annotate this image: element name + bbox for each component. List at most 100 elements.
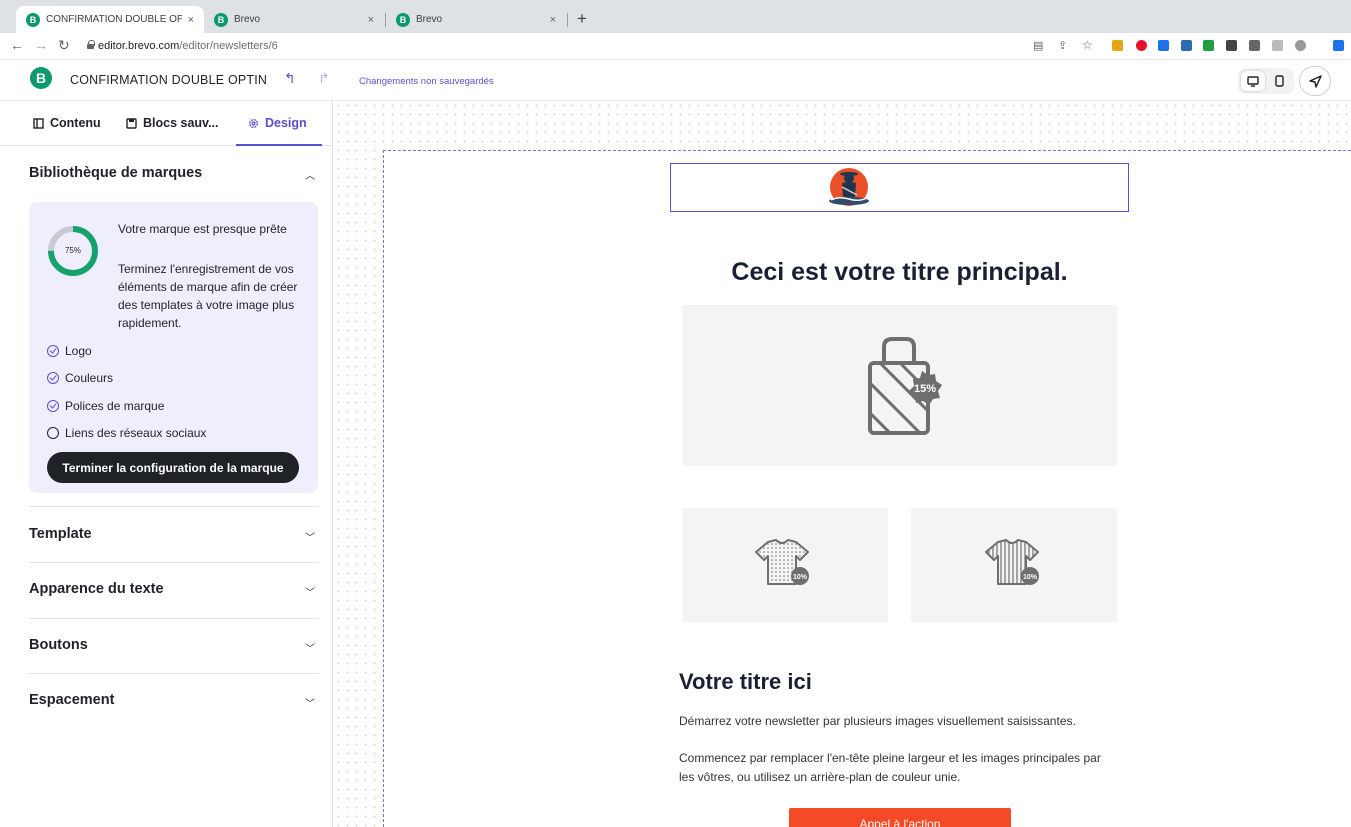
chevron-down-icon[interactable]: ﹀ bbox=[305, 640, 315, 655]
chevron-up-icon[interactable]: ︿ bbox=[305, 167, 315, 182]
extension-icon[interactable] bbox=[1333, 40, 1344, 51]
shopping-bag-icon: 15% bbox=[868, 337, 942, 435]
email-subtitle[interactable]: Votre titre ici bbox=[679, 669, 812, 695]
lock-icon[interactable] bbox=[87, 40, 95, 49]
url-host: editor.brevo.com bbox=[98, 40, 180, 52]
brevo-logo[interactable]: B bbox=[30, 67, 52, 89]
close-tab-icon[interactable]: × bbox=[188, 14, 194, 26]
divider bbox=[29, 506, 319, 507]
checklist-item-polices: Polices de marque bbox=[47, 399, 164, 413]
extension-icon[interactable] bbox=[1295, 40, 1306, 51]
gear-icon bbox=[249, 118, 258, 128]
desktop-view-button[interactable] bbox=[1241, 71, 1265, 91]
forward-icon[interactable]: → bbox=[34, 37, 48, 53]
divider bbox=[29, 618, 319, 619]
section-text-appearance-header[interactable]: Apparence du texte bbox=[29, 581, 164, 597]
extension-icon[interactable] bbox=[1181, 40, 1192, 51]
browser-tab[interactable]: B Brevo × bbox=[204, 6, 384, 33]
hero-discount-badge: 15% bbox=[914, 383, 936, 395]
extension-icon[interactable] bbox=[1112, 40, 1123, 51]
back-icon[interactable]: ← bbox=[10, 37, 24, 53]
section-spacing-header[interactable]: Espacement bbox=[29, 692, 114, 708]
tshirt-striped-icon: 10% bbox=[985, 539, 1039, 585]
extension-icon[interactable] bbox=[1158, 40, 1169, 51]
tab-blocs-sauvegardes[interactable]: Blocs sauv... bbox=[126, 116, 219, 130]
chevron-down-icon[interactable]: ﹀ bbox=[305, 584, 315, 599]
send-test-button[interactable] bbox=[1299, 66, 1331, 96]
share-icon[interactable]: ⇪ bbox=[1058, 39, 1067, 52]
close-tab-icon[interactable]: × bbox=[368, 14, 374, 26]
save-status: Changements non sauvegardés bbox=[359, 76, 494, 87]
reload-icon[interactable]: ↻ bbox=[58, 37, 70, 54]
browser-tabstrip: B CONFIRMATION DOUBLE OPTIN × B Brevo × … bbox=[0, 0, 1351, 33]
logo-block-selected[interactable] bbox=[670, 163, 1129, 212]
tile-discount-badge: 10% bbox=[793, 574, 808, 581]
brevo-favicon: B bbox=[26, 12, 40, 27]
tab-label: Design bbox=[265, 116, 307, 130]
empty-circle-icon bbox=[47, 427, 59, 439]
checklist-label: Polices de marque bbox=[65, 399, 165, 413]
tshirt-dotted-icon: 10% bbox=[755, 539, 809, 585]
divider bbox=[29, 562, 319, 563]
desktop-icon bbox=[1247, 75, 1259, 87]
tab-label: Blocs sauv... bbox=[143, 116, 219, 130]
qr-extension-icon[interactable] bbox=[1249, 40, 1260, 51]
email-main-title[interactable]: Ceci est votre titre principal. bbox=[682, 258, 1117, 287]
section-buttons-header[interactable]: Boutons bbox=[29, 637, 88, 653]
browser-tab[interactable]: B Brevo × bbox=[386, 6, 566, 33]
browser-tab-active[interactable]: B CONFIRMATION DOUBLE OPTIN × bbox=[16, 6, 204, 33]
new-tab-button[interactable]: + bbox=[577, 9, 587, 29]
brand-card-title: Votre marque est presque prête bbox=[118, 222, 287, 236]
design-sidepanel: Contenu Blocs sauv... Design Bibliothèqu… bbox=[0, 101, 333, 827]
email-paragraph[interactable]: Commencez par remplacer l'en-tête pleine… bbox=[679, 749, 1119, 787]
campaign-name[interactable]: CONFIRMATION DOUBLE OPTIN bbox=[70, 73, 267, 87]
opera-extension-icon[interactable] bbox=[1136, 40, 1147, 51]
active-tab-indicator bbox=[236, 144, 322, 146]
brevo-favicon: B bbox=[396, 12, 410, 27]
preview-device-toggle bbox=[1238, 68, 1294, 94]
section-template-header[interactable]: Template bbox=[29, 526, 92, 542]
brand-card-description: Terminez l'enregistrement de vos élément… bbox=[118, 262, 298, 330]
download-extension-icon[interactable] bbox=[1203, 40, 1214, 51]
url-field[interactable]: editor.brevo.com/editor/newsletters/6 bbox=[98, 40, 278, 52]
email-paragraph[interactable]: Démarrez votre newsletter par plusieurs … bbox=[679, 712, 1119, 731]
cta-button[interactable]: Appel à l'action bbox=[789, 808, 1011, 827]
tab-title: CONFIRMATION DOUBLE OPTIN bbox=[46, 14, 182, 25]
checklist-label: Liens des réseaux sociaux bbox=[65, 426, 207, 440]
section-brand-library-header[interactable]: Bibliothèque de marques bbox=[29, 165, 202, 181]
tab-contenu[interactable]: Contenu bbox=[33, 116, 101, 130]
checklist-item-couleurs: Couleurs bbox=[47, 371, 113, 385]
tab-label: Contenu bbox=[50, 116, 101, 130]
chevron-down-icon[interactable]: ﹀ bbox=[305, 529, 315, 544]
bookmark-star-icon[interactable]: ☆ bbox=[1082, 38, 1093, 52]
translate-icon[interactable]: ▤ bbox=[1033, 39, 1043, 52]
send-icon bbox=[1308, 74, 1322, 88]
redo-icon[interactable]: ↱ bbox=[318, 70, 330, 87]
mobile-view-button[interactable] bbox=[1267, 71, 1291, 91]
layout-icon bbox=[33, 117, 44, 129]
close-tab-icon[interactable]: × bbox=[550, 14, 556, 26]
tile-discount-badge: 10% bbox=[1023, 574, 1038, 581]
checklist-label: Logo bbox=[65, 344, 92, 358]
tab-separator bbox=[567, 13, 568, 27]
tab-design[interactable]: Design bbox=[248, 116, 307, 130]
brevo-favicon: B bbox=[214, 12, 228, 27]
qr-extension-icon[interactable] bbox=[1226, 40, 1237, 51]
address-bar-row: ← → ↻ editor.brevo.com/editor/newsletter… bbox=[0, 33, 1351, 60]
finish-brand-setup-button[interactable]: Terminer la configuration de la marque bbox=[47, 452, 299, 483]
chevron-down-icon[interactable]: ﹀ bbox=[305, 695, 315, 710]
extension-icon[interactable] bbox=[1272, 40, 1283, 51]
panel-tabs: Contenu Blocs sauv... Design bbox=[0, 101, 332, 146]
check-circle-icon bbox=[47, 345, 59, 357]
url-path: /editor/newsletters/6 bbox=[179, 40, 278, 52]
undo-icon[interactable]: ↰ bbox=[284, 70, 296, 87]
mobile-icon bbox=[1274, 75, 1284, 87]
tab-title: Brevo bbox=[234, 14, 261, 25]
checklist-item-logo: Logo bbox=[47, 344, 92, 358]
checklist-item-reseaux-sociaux: Liens des réseaux sociaux bbox=[47, 426, 206, 440]
tab-title: Brevo bbox=[416, 14, 443, 25]
brand-setup-card: 75% Votre marque est presque prête Termi… bbox=[29, 202, 318, 493]
brand-logo-image[interactable] bbox=[827, 167, 871, 207]
progress-label: 75% bbox=[64, 246, 81, 255]
check-circle-icon bbox=[47, 400, 59, 412]
